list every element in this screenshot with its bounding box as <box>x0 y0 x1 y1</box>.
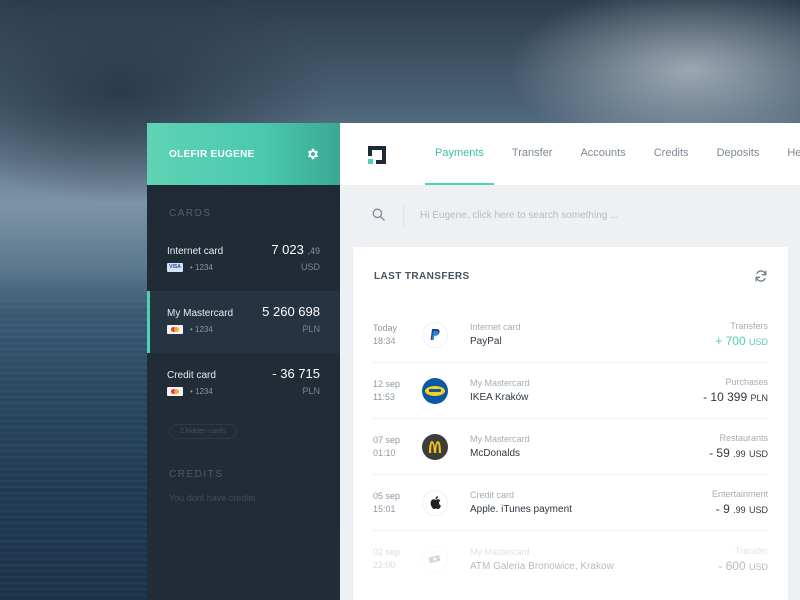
logo-icon[interactable] <box>367 145 387 165</box>
tx-amount: + 700 USD <box>715 334 768 348</box>
tx-card: Internet card <box>470 322 521 332</box>
mastercard-icon <box>167 324 183 334</box>
credits-section-title: CREDITS <box>169 469 224 480</box>
hidden-cards-button[interactable]: 2 hidden cards <box>169 424 237 439</box>
tx-category: Entertainment <box>711 489 768 499</box>
mcdonalds-icon <box>422 433 448 460</box>
tx-date: 02 sep 22:00 <box>373 547 401 570</box>
gear-icon[interactable] <box>306 147 320 161</box>
tab-payments[interactable]: Payments <box>425 123 494 185</box>
tab-credits[interactable]: Credits <box>644 123 699 185</box>
card-item-credit[interactable]: Credit card - 36 715 • 1234 PLN <box>147 353 340 415</box>
cash-icon <box>422 546 448 572</box>
tab-accounts[interactable]: Accounts <box>570 123 635 185</box>
tx-merchant: ATM Galeria Bronowice, Krakow <box>470 560 614 572</box>
card-balance: - 36 715 <box>272 366 320 381</box>
tx-merchant: IKEA Kraków <box>470 392 529 403</box>
tx-date: Today 18:34 <box>373 322 398 346</box>
sidebar: OLEFIR EUGENE CARDS Internet card 7 023 … <box>147 123 340 600</box>
tx-card: My Mastercard <box>470 546 530 557</box>
cards-section-title: CARDS <box>169 208 212 219</box>
tx-merchant: McDonalds <box>470 448 521 459</box>
card-name: Credit card <box>167 370 216 381</box>
tx-card: My Mastercard <box>470 434 530 444</box>
tx-date: 05 sep 15:01 <box>373 490 401 514</box>
top-nav: Payments Transfer Accounts Credits Depos… <box>340 123 800 185</box>
tx-amount: - 600 USD <box>718 558 768 573</box>
nav-tabs: Payments Transfer Accounts Credits Depos… <box>425 123 800 185</box>
tx-category: Transfers <box>730 321 768 331</box>
tab-deposits[interactable]: Deposits <box>707 123 770 185</box>
tx-merchant: PayPal <box>470 336 502 347</box>
ikea-icon <box>422 377 448 404</box>
tx-merchant: Apple. iTunes payment <box>470 504 572 515</box>
card-currency: USD <box>300 262 320 272</box>
card-currency: PLN <box>302 386 320 396</box>
tx-card: My Mastercard <box>470 378 530 388</box>
transfers-list: Today 18:34 Internet card PayPal Transfe… <box>353 307 788 587</box>
panel-title: LAST TRANSFERS <box>374 271 470 282</box>
card-number: • 1234 <box>190 386 213 396</box>
apple-icon <box>422 489 448 516</box>
tab-help[interactable]: Help <box>777 123 800 185</box>
card-currency: PLN <box>302 324 320 334</box>
card-item-mastercard[interactable]: My Mastercard 5 260 698 • 1234 PLN <box>147 291 340 353</box>
tx-card: Credit card <box>470 490 515 500</box>
card-balance: 5 260 698 <box>262 304 320 319</box>
tx-amount: - 10 399 PLN <box>703 390 768 404</box>
card-name: My Mastercard <box>167 308 234 319</box>
user-bar: OLEFIR EUGENE <box>147 123 340 185</box>
card-balance: 7 023 ,49 <box>271 242 320 257</box>
search-bar <box>340 185 800 245</box>
search-icon[interactable] <box>372 208 385 221</box>
last-transfers-panel: LAST TRANSFERS Today 18:34 Internet card… <box>353 247 788 600</box>
tx-amount: - 59 .99 USD <box>709 446 768 460</box>
credits-empty-text: You dont have credits <box>169 493 256 503</box>
list-item[interactable]: Today 18:34 Internet card PayPal Transfe… <box>373 307 768 363</box>
mastercard-icon <box>167 386 183 396</box>
tx-category: Transfer <box>734 545 768 556</box>
list-item[interactable]: 02 sep 22:00 My Mastercard ATM Galeria B… <box>373 531 768 587</box>
main-panel: Payments Transfer Accounts Credits Depos… <box>340 123 800 600</box>
search-divider <box>403 203 404 227</box>
visa-icon: VISA <box>167 262 183 272</box>
user-name[interactable]: OLEFIR EUGENE <box>169 149 255 160</box>
tx-amount: - 9 .99 USD <box>715 502 768 516</box>
card-number: • 1234 <box>190 324 213 334</box>
card-number: • 1234 <box>190 262 213 272</box>
tx-category: Restaurants <box>719 433 768 443</box>
refresh-icon[interactable] <box>754 269 768 283</box>
tx-date: 12 sep 11:53 <box>373 378 401 402</box>
search-input[interactable] <box>420 204 720 226</box>
list-item[interactable]: 12 sep 11:53 My Mastercard IKEA Kraków P… <box>373 363 768 419</box>
paypal-icon <box>422 321 448 348</box>
card-item-internet[interactable]: Internet card 7 023 ,49 VISA • 1234 USD <box>147 229 340 291</box>
tx-category: Purchases <box>725 377 768 387</box>
list-item[interactable]: 05 sep 15:01 Credit card Apple. iTunes p… <box>373 475 768 531</box>
list-item[interactable]: 07 sep 01:10 My Mastercard McDonalds Res… <box>373 419 768 475</box>
tx-date: 07 sep 01:10 <box>373 434 401 458</box>
tab-transfer[interactable]: Transfer <box>502 123 563 185</box>
card-name: Internet card <box>167 246 224 257</box>
